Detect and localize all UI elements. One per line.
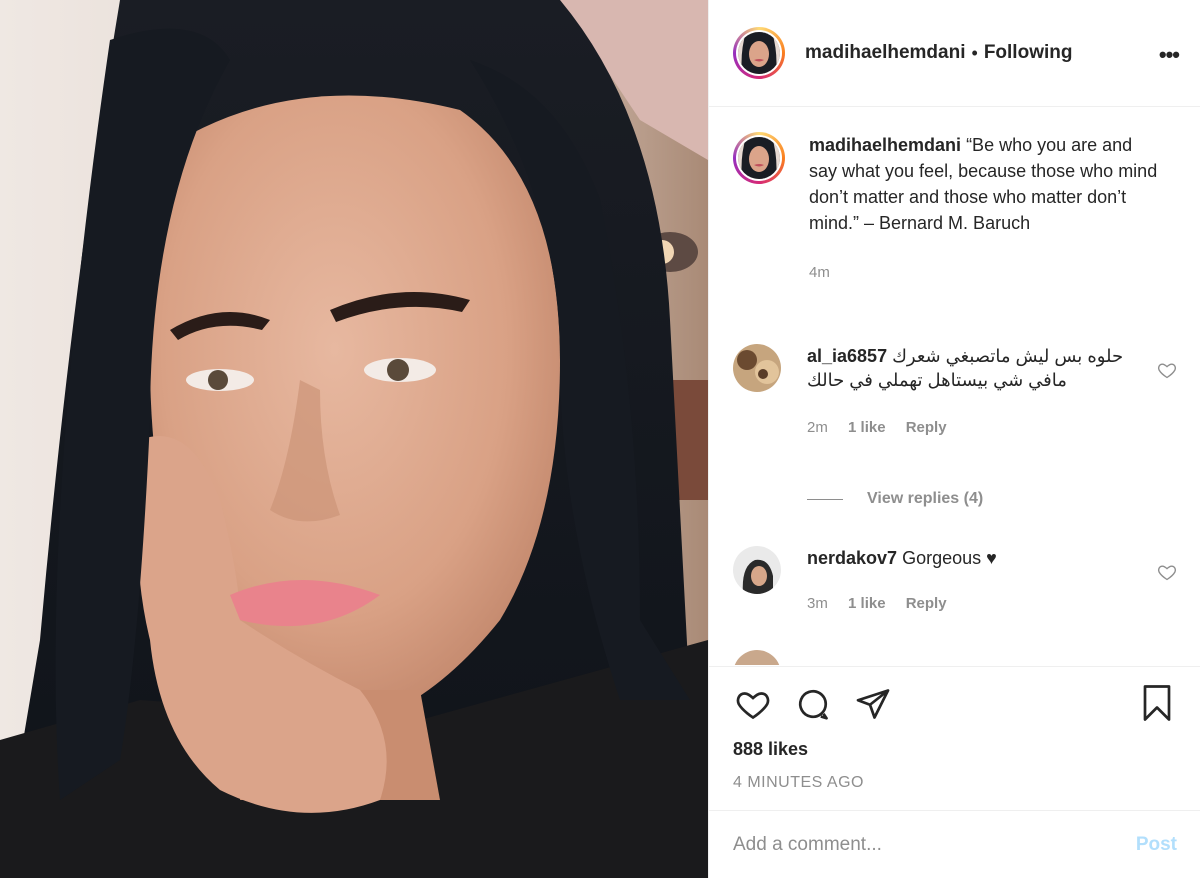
comment-text: Gorgeous ♥ <box>902 548 997 568</box>
likes-count[interactable]: 888 likes <box>733 739 1177 760</box>
heart-icon[interactable] <box>1157 360 1177 380</box>
post-header: madihaelhemdani • Following ••• <box>709 0 1200 107</box>
post-side-panel: madihaelhemdani • Following ••• madihael… <box>708 0 1200 878</box>
separator-dot: • <box>971 42 978 63</box>
header-username[interactable]: madihaelhemdani <box>805 42 966 64</box>
caption-avatar[interactable] <box>733 132 785 184</box>
reply-button[interactable]: Reply <box>906 595 947 612</box>
paper-plane-icon[interactable] <box>853 684 893 724</box>
comment-avatar[interactable] <box>733 546 781 594</box>
post-actions: 888 likes 4 MINUTES AGO <box>709 666 1200 810</box>
following-button[interactable]: Following <box>984 42 1073 64</box>
comment-item: al_ia6857 حلوه بس ليش ماتصبغي شعرك مافي … <box>733 344 1177 440</box>
comment-icon[interactable] <box>793 684 833 724</box>
post-timestamp[interactable]: 4 MINUTES AGO <box>733 774 1177 792</box>
comment-likes[interactable]: 1 like <box>848 419 886 436</box>
post-comment-button[interactable]: Post <box>1136 834 1177 856</box>
divider-line <box>807 498 843 500</box>
comment-time[interactable]: 3m <box>807 595 828 612</box>
heart-icon[interactable] <box>1157 562 1177 582</box>
avatar[interactable] <box>733 27 785 79</box>
comment-likes[interactable]: 1 like <box>848 595 886 612</box>
comment-composer: Post <box>709 810 1200 878</box>
post-caption: madihaelhemdani “Be who you are and say … <box>733 132 1159 286</box>
comment-avatar[interactable] <box>733 344 781 392</box>
comment-input[interactable] <box>733 833 1136 856</box>
heart-icon[interactable] <box>733 684 773 724</box>
bookmark-icon[interactable] <box>1137 683 1177 723</box>
caption-username[interactable]: madihaelhemdani <box>809 135 961 155</box>
comment-avatar-partial[interactable] <box>733 650 781 665</box>
instagram-post: madihaelhemdani • Following ••• madihael… <box>0 0 1200 878</box>
caption-time[interactable]: 4m <box>809 260 1159 286</box>
post-photo[interactable] <box>0 0 708 878</box>
view-replies-label: View replies (4) <box>867 490 984 507</box>
view-replies-button[interactable]: View replies (4) <box>807 490 983 508</box>
comment-username[interactable]: al_ia6857 <box>807 346 887 366</box>
comments-list[interactable]: madihaelhemdani “Be who you are and say … <box>709 108 1200 665</box>
comment-username[interactable]: nerdakov7 <box>807 548 897 568</box>
more-horizontal-icon[interactable]: ••• <box>1159 42 1180 68</box>
selfie-image <box>0 0 708 878</box>
comment-item: nerdakov7 Gorgeous ♥ 3m 1 like Reply <box>733 546 1177 616</box>
reply-button[interactable]: Reply <box>906 419 947 436</box>
comment-time[interactable]: 2m <box>807 419 828 436</box>
